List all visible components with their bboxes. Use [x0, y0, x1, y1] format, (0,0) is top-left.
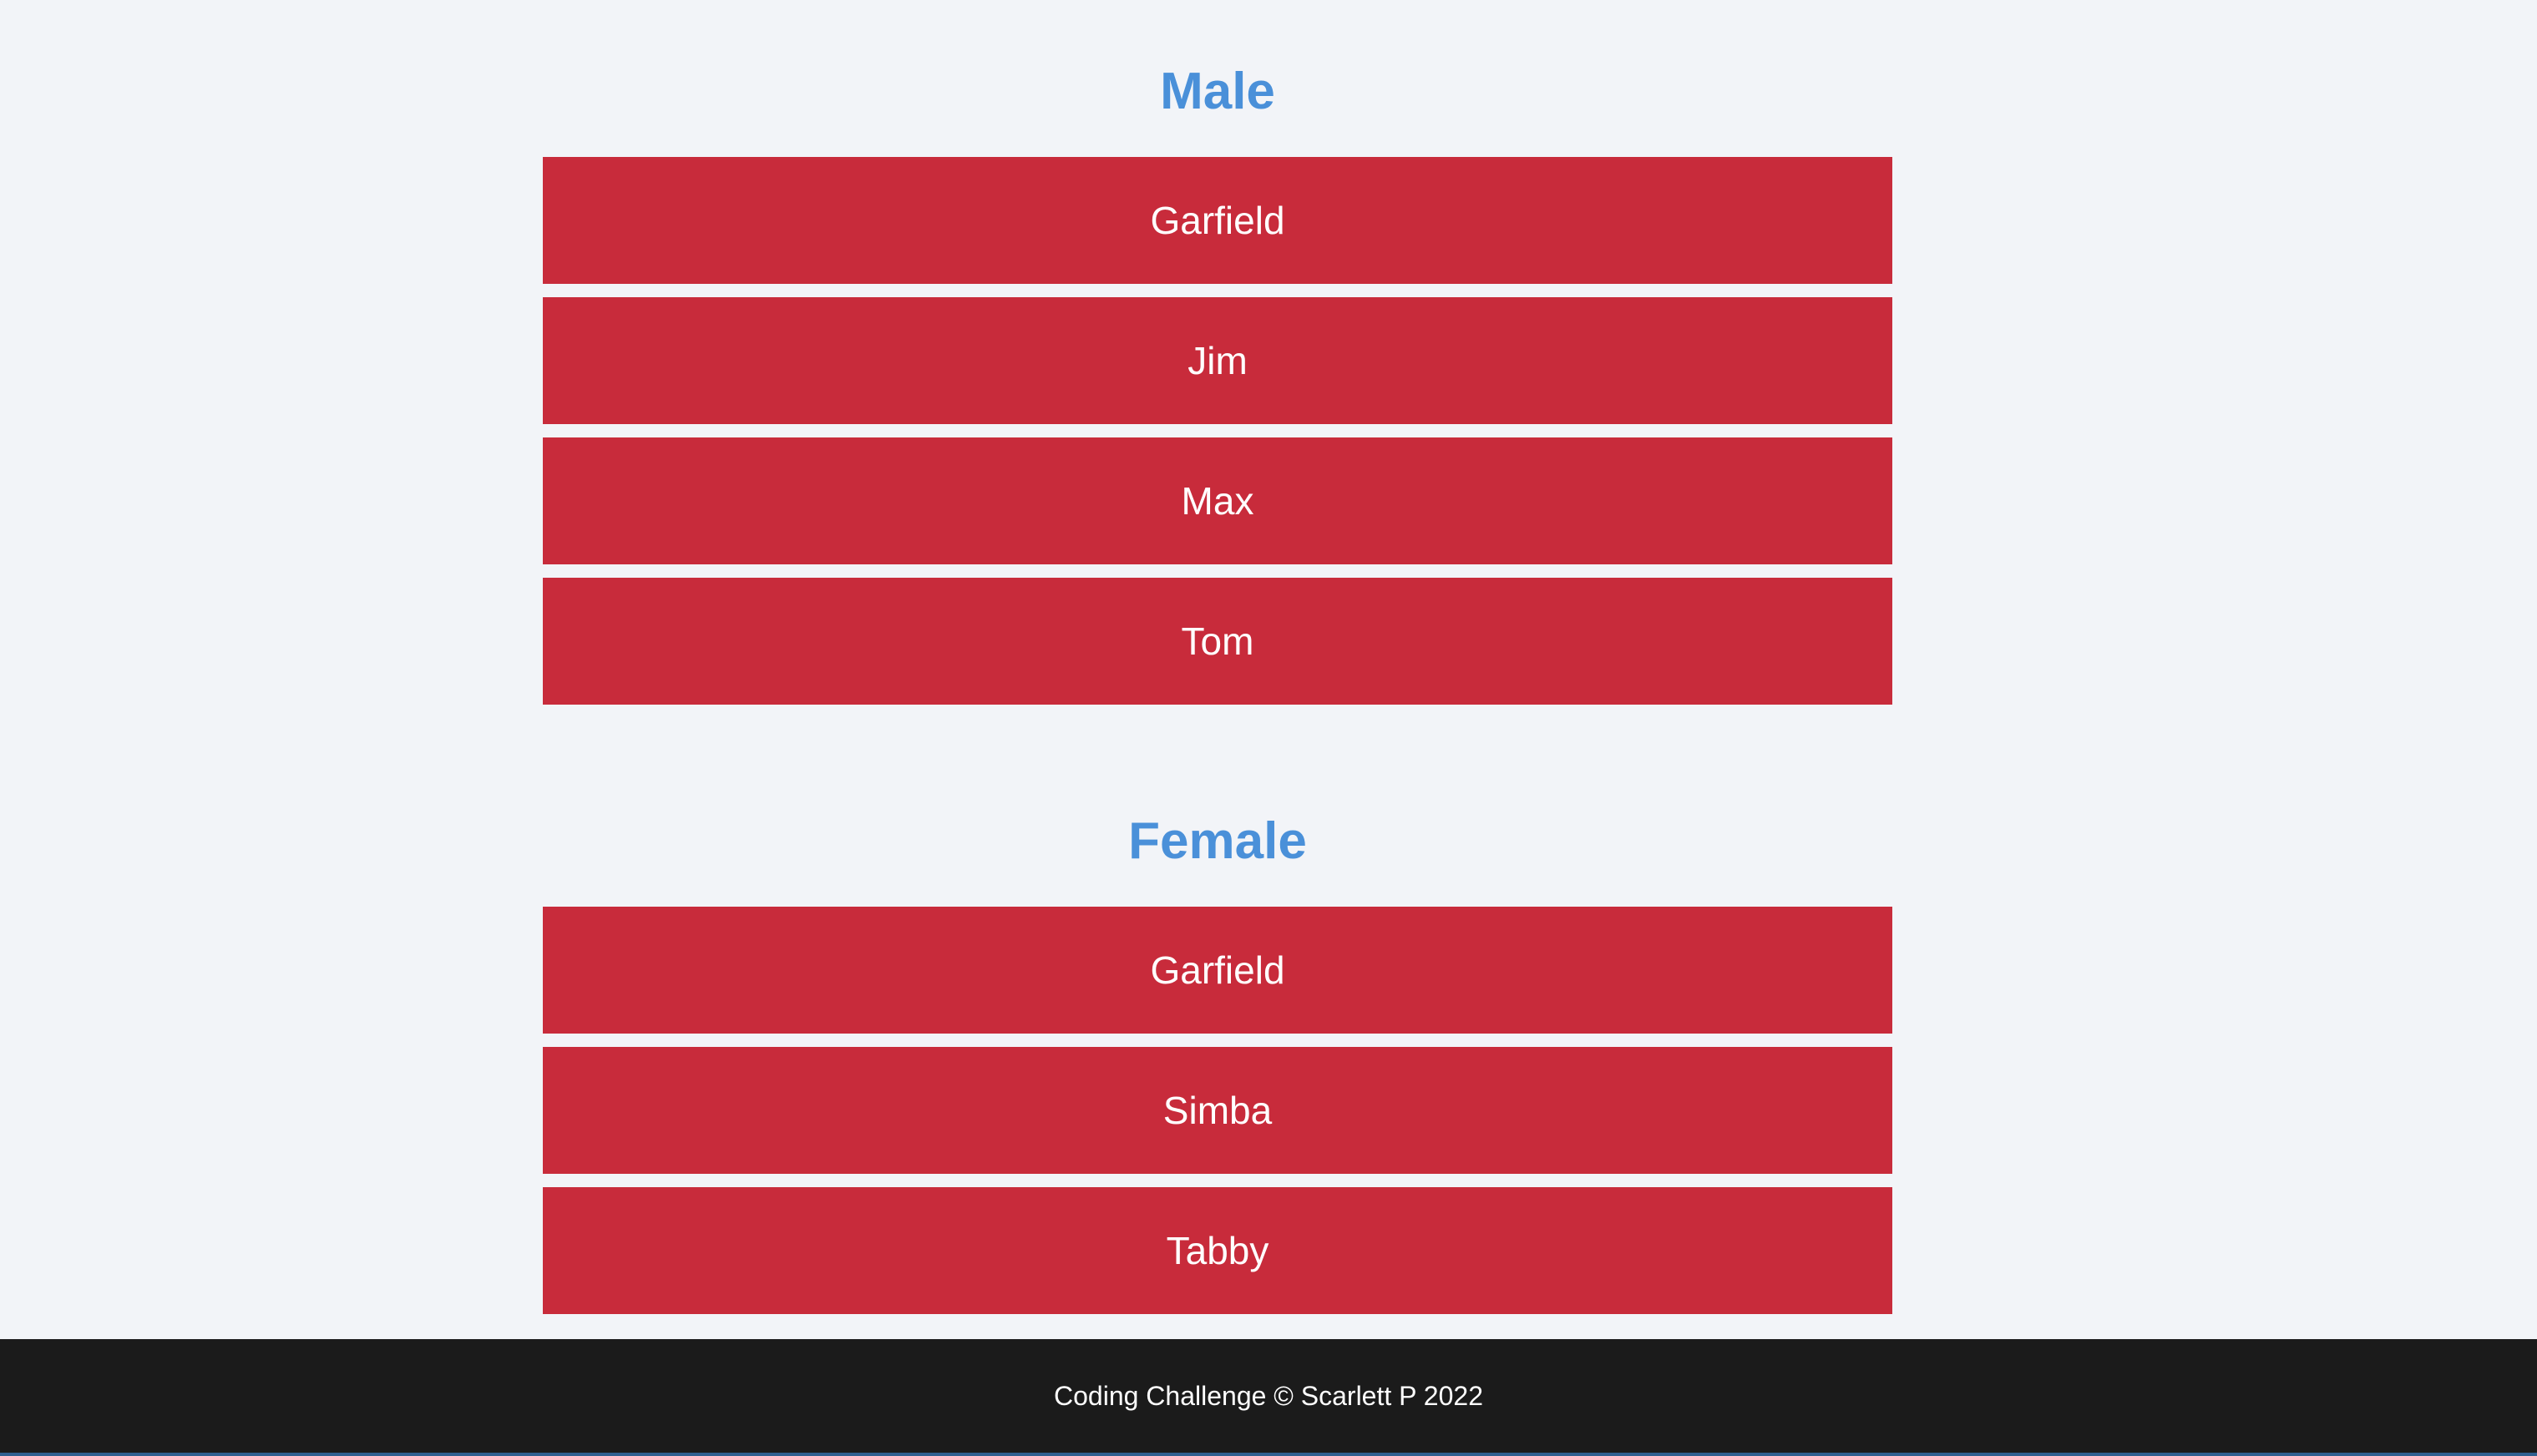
male-cat-item-garfield: Garfield	[543, 157, 1892, 284]
male-cat-list: Garfield Jim Max Tom	[543, 157, 1892, 705]
male-cat-item-jim: Jim	[543, 297, 1892, 424]
female-cat-list: Garfield Simba Tabby	[543, 907, 1892, 1314]
male-section-title: Male	[1160, 63, 1275, 120]
male-cat-item-tom: Tom	[543, 578, 1892, 705]
female-cat-item-garfield: Garfield	[543, 907, 1892, 1034]
male-section: Male Garfield Jim Max Tom	[543, 50, 1892, 718]
footer-copyright-text: Coding Challenge © Scarlett P 2022	[1054, 1380, 1483, 1411]
female-section: Female Garfield Simba Tabby	[543, 800, 1892, 1327]
main-content: Male Garfield Jim Max Tom Female Garfiel…	[0, 0, 2537, 1339]
female-cat-item-simba: Simba	[543, 1047, 1892, 1174]
female-section-title: Female	[1128, 812, 1307, 870]
page-footer: Coding Challenge © Scarlett P 2022	[0, 1339, 2537, 1456]
male-cat-item-max: Max	[543, 437, 1892, 564]
female-cat-item-tabby: Tabby	[543, 1187, 1892, 1314]
